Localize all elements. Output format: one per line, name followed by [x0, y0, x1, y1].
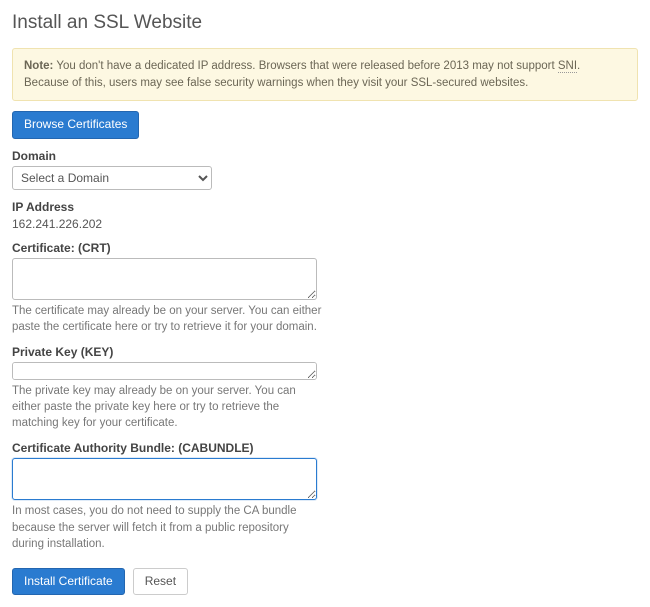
- certificate-crt-help: The certificate may already be on your s…: [12, 303, 322, 335]
- sni-note: Note: You don't have a dedicated IP addr…: [12, 48, 638, 101]
- certificate-crt-label: Certificate: (CRT): [12, 241, 638, 255]
- private-key-help: The private key may already be on your s…: [12, 383, 322, 431]
- private-key-label: Private Key (KEY): [12, 345, 638, 359]
- cabundle-label: Certificate Authority Bundle: (CABUNDLE): [12, 441, 638, 455]
- ip-address-label: IP Address: [12, 200, 638, 214]
- cabundle-help: In most cases, you do not need to supply…: [12, 503, 322, 551]
- install-certificate-button[interactable]: Install Certificate: [12, 568, 125, 596]
- certificate-crt-textarea[interactable]: [12, 258, 317, 300]
- note-text-before: You don't have a dedicated IP address. B…: [53, 60, 557, 72]
- domain-select[interactable]: Select a Domain: [12, 166, 212, 190]
- page-title: Install an SSL Website: [12, 12, 638, 34]
- cabundle-textarea[interactable]: [12, 458, 317, 500]
- note-label: Note:: [24, 60, 53, 72]
- ip-address-value: 162.241.226.202: [12, 217, 102, 231]
- form-actions: Install Certificate Reset: [12, 568, 638, 596]
- private-key-textarea[interactable]: [12, 362, 317, 380]
- domain-label: Domain: [12, 149, 638, 163]
- reset-button[interactable]: Reset: [133, 568, 188, 596]
- browse-certificates-button[interactable]: Browse Certificates: [12, 111, 139, 139]
- sni-abbr: SNI: [558, 60, 577, 73]
